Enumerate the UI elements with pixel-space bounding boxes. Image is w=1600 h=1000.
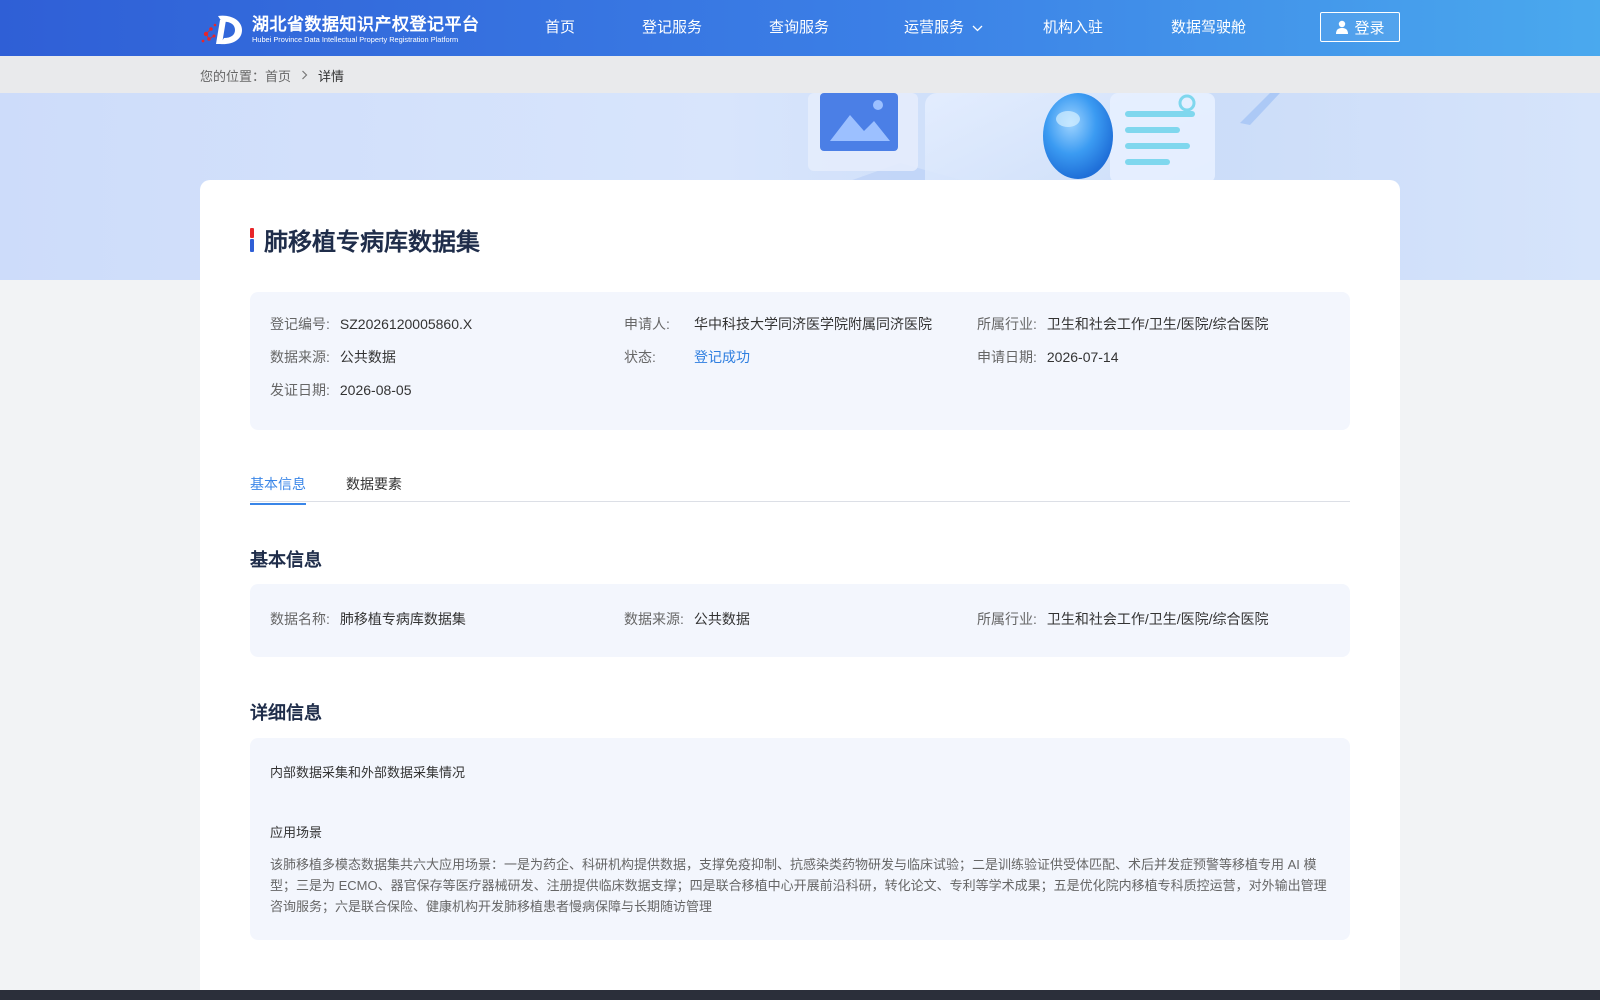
field-apply-date: 申请日期: 2026-07-14 xyxy=(977,348,1119,366)
detail-card: 肺移植专病库数据集 登记编号: SZ2026120005860.X 申请人: 华中科… xyxy=(200,180,1400,1000)
applicant-value: 华中科技大学同济医学院附属同济医院 xyxy=(694,316,932,332)
applicant-label: 申请人: xyxy=(624,316,670,332)
basic-info-panel: 数据名称: 肺移植专病库数据集 数据来源: 公共数据 所属行业: 卫生和社会工作/卫生… xyxy=(250,584,1350,657)
nav-operation-service-label: 运营服务 xyxy=(904,19,965,36)
industry-value: 卫生和社会工作/卫生/医院/综合医院 xyxy=(1046,316,1269,332)
basic-source-label: 数据来源: xyxy=(624,611,684,627)
nav-query-service[interactable]: 查询服务 xyxy=(769,18,829,38)
data-name-value: 肺移植专病库数据集 xyxy=(339,611,466,627)
nav-data-cockpit[interactable]: 数据驾驶舱 xyxy=(1171,18,1246,38)
login-label: 登录 xyxy=(1354,19,1385,37)
issue-date-label: 发证日期: xyxy=(270,382,330,398)
reg-no-label: 登记编号: xyxy=(270,316,330,332)
reg-no-value: SZ2026120005860.X xyxy=(339,316,473,332)
site-logo[interactable]: 湖北省数据知识产权登记平台 Hubei Province Data Intell… xyxy=(200,12,480,48)
breadcrumb-prefix: 您的位置： xyxy=(200,69,266,84)
breadcrumb: 您的位置： 首页 详情 xyxy=(200,66,344,85)
detail-tabs: 基本信息 数据要素 xyxy=(250,470,1350,505)
tab-basic-info[interactable]: 基本信息 xyxy=(250,474,306,505)
field-data-source: 数据来源: 公共数据 xyxy=(270,348,396,366)
breadcrumb-home-link[interactable]: 首页 xyxy=(265,66,291,85)
issue-date-value: 2026-08-05 xyxy=(339,382,412,398)
field-data-name: 数据名称: 肺移植专病库数据集 xyxy=(270,610,466,628)
nav-institution-entry[interactable]: 机构入驻 xyxy=(1043,18,1103,38)
data-source-label: 数据来源: xyxy=(270,349,330,365)
page-title: 肺移植专病库数据集 xyxy=(264,229,480,256)
logo-icon xyxy=(200,12,246,48)
top-header: 湖北省数据知识产权登记平台 Hubei Province Data Intell… xyxy=(0,0,1600,56)
detail-info-panel: 内部数据采集和外部数据采集情况 应用场景 该肺移植多模态数据集共六大应用场景：一… xyxy=(250,738,1350,940)
detail-info-heading: 详细信息 xyxy=(250,703,322,723)
apply-date-value: 2026-07-14 xyxy=(1046,349,1119,365)
field-issue-date: 发证日期: 2026-08-05 xyxy=(270,381,412,399)
breadcrumb-bar: 您的位置： 首页 详情 xyxy=(0,56,1600,93)
field-reg-no: 登记编号: SZ2026120005860.X xyxy=(270,315,472,333)
field-basic-industry: 所属行业: 卫生和社会工作/卫生/医院/综合医院 xyxy=(977,610,1269,628)
nav-home[interactable]: 首页 xyxy=(545,18,575,38)
basic-info-heading: 基本信息 xyxy=(250,550,322,570)
footer-bar xyxy=(0,990,1600,1000)
basic-industry-label: 所属行业: xyxy=(977,611,1037,627)
status-badge: 登记成功 xyxy=(694,349,750,365)
nav-operation-service[interactable]: 运营服务 xyxy=(904,18,983,38)
field-status: 状态: 登记成功 xyxy=(624,348,750,366)
apply-date-label: 申请日期: xyxy=(977,349,1037,365)
data-name-label: 数据名称: xyxy=(270,611,330,627)
chevron-down-icon xyxy=(972,18,983,38)
basic-source-value: 公共数据 xyxy=(693,611,750,627)
industry-label: 所属行业: xyxy=(977,316,1037,332)
field-applicant: 申请人: 华中科技大学同济医学院附属同济医院 xyxy=(624,315,932,333)
scenario-heading: 应用场景 xyxy=(270,825,323,840)
basic-industry-value: 卫生和社会工作/卫生/医院/综合医院 xyxy=(1046,611,1269,627)
collection-heading: 内部数据采集和外部数据采集情况 xyxy=(270,765,466,780)
tab-data-elements[interactable]: 数据要素 xyxy=(346,474,402,503)
logo-title: 湖北省数据知识产权登记平台 xyxy=(252,15,480,34)
logo-subtitle: Hubei Province Data Intellectual Propert… xyxy=(252,35,459,44)
login-button[interactable]: 登录 xyxy=(1320,12,1400,42)
nav-registration-service[interactable]: 登记服务 xyxy=(642,18,702,38)
user-icon xyxy=(1336,20,1349,34)
chevron-right-icon xyxy=(301,68,308,83)
status-label: 状态: xyxy=(624,349,656,365)
title-row: 肺移植专病库数据集 xyxy=(250,222,480,257)
breadcrumb-current: 详情 xyxy=(318,69,345,84)
scenario-text: 该肺移植多模态数据集共六大应用场景：一是为药企、科研机构提供数据，支撑免疫抑制、… xyxy=(270,857,1327,914)
title-marker-icon xyxy=(250,227,255,252)
field-industry: 所属行业: 卫生和社会工作/卫生/医院/综合医院 xyxy=(977,315,1269,333)
data-source-value: 公共数据 xyxy=(339,349,396,365)
summary-panel: 登记编号: SZ2026120005860.X 申请人: 华中科技大学同济医学院附属… xyxy=(250,292,1350,430)
field-basic-source: 数据来源: 公共数据 xyxy=(624,610,750,628)
